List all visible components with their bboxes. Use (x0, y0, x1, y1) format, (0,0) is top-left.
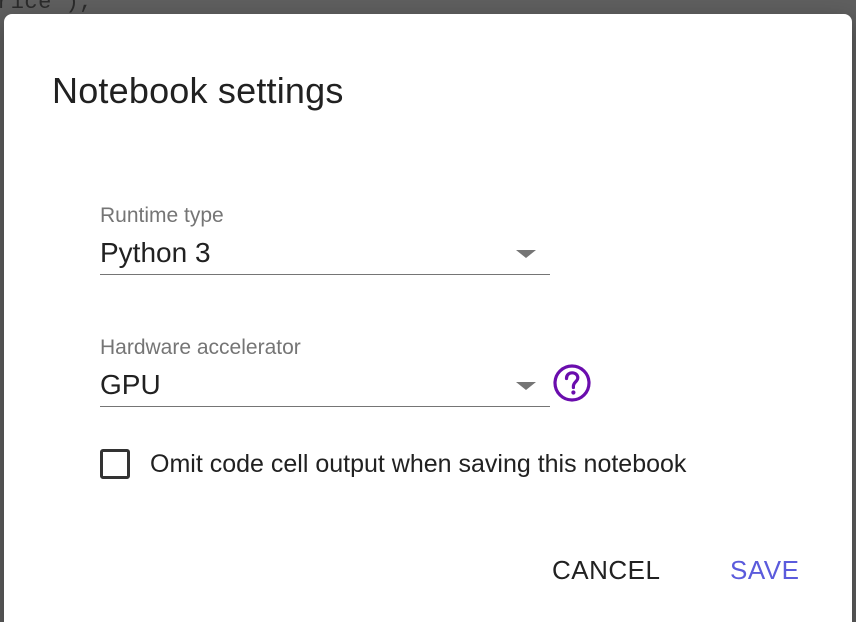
omit-output-checkbox[interactable] (100, 449, 130, 479)
runtime-type-field: Runtime type Python 3 (100, 202, 550, 275)
dialog-title: Notebook settings (52, 70, 344, 111)
omit-output-checkbox-row[interactable]: Omit code cell output when saving this n… (100, 446, 686, 482)
dropdown-arrow-icon (516, 382, 536, 390)
hardware-accelerator-value: GPU (100, 369, 161, 400)
background-code-fragment: rice'), (0, 0, 93, 15)
notebook-settings-dialog: Notebook settings Runtime type Python 3 … (4, 14, 852, 622)
runtime-type-select[interactable]: Python 3 (100, 230, 550, 275)
hardware-accelerator-field: Hardware accelerator GPU (100, 334, 550, 407)
hardware-accelerator-select[interactable]: GPU (100, 362, 550, 407)
omit-output-label: Omit code cell output when saving this n… (150, 449, 687, 478)
cancel-button[interactable]: CANCEL (542, 551, 670, 590)
dropdown-arrow-icon (516, 250, 536, 258)
help-circle-icon[interactable] (552, 363, 592, 403)
runtime-type-label: Runtime type (100, 204, 224, 227)
hardware-accelerator-label: Hardware accelerator (100, 336, 301, 359)
runtime-type-value: Python 3 (100, 237, 211, 268)
save-button[interactable]: SAVE (720, 551, 809, 590)
